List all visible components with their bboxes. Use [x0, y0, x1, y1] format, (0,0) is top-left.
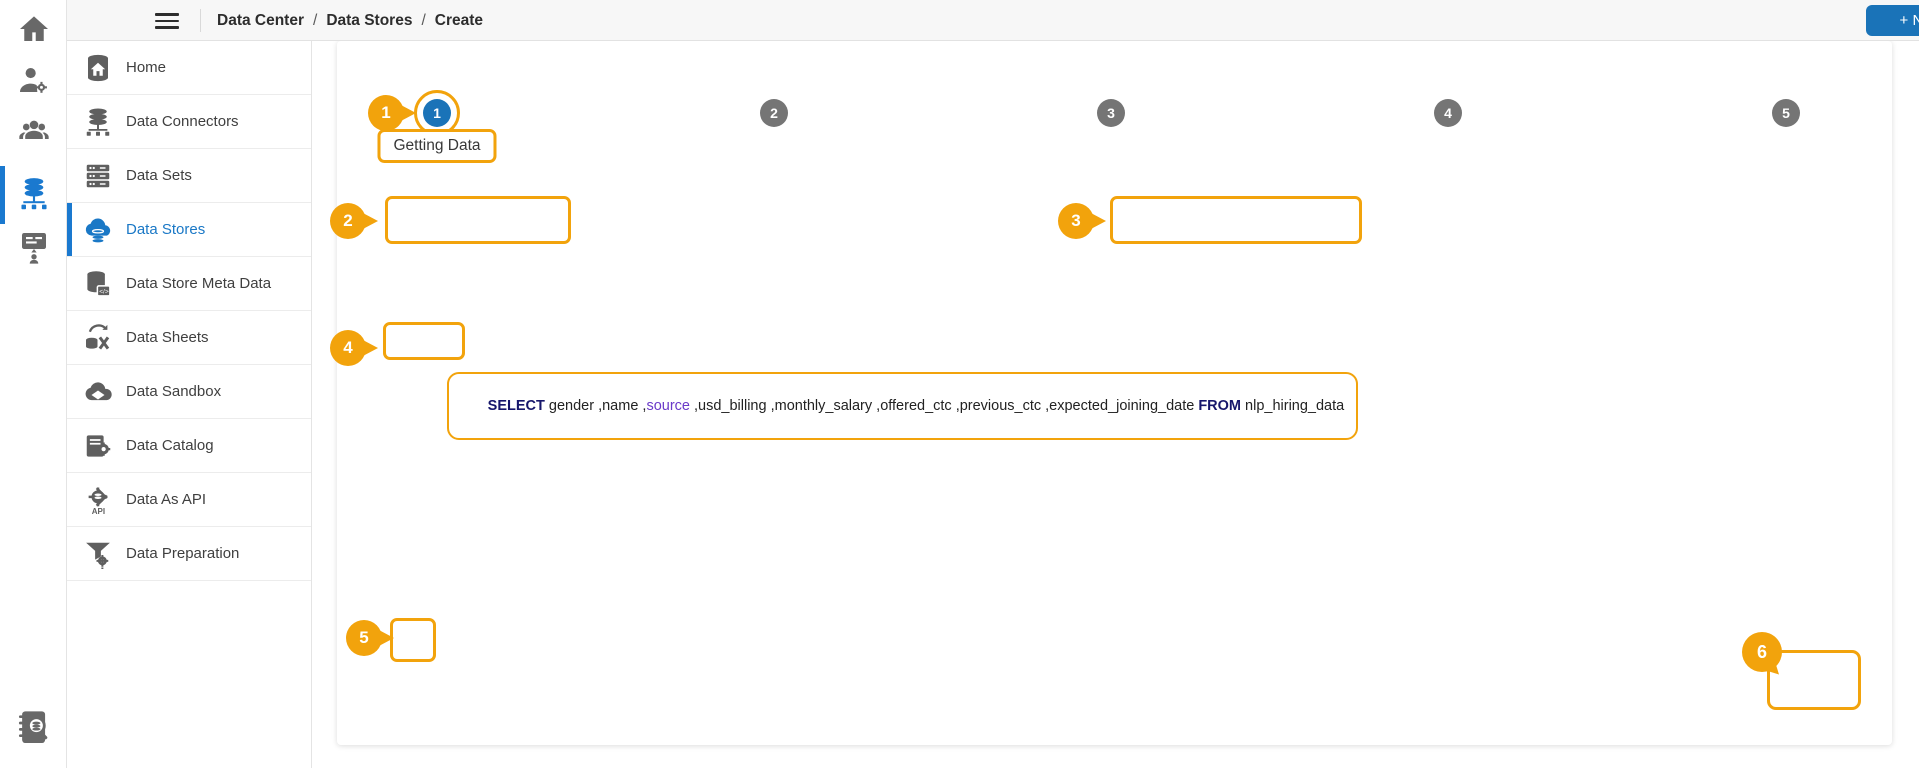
sidebar-item-data-sets[interactable]: Data Sets: [67, 149, 311, 203]
sidebar-item-data-sheets[interactable]: Data Sheets: [67, 311, 311, 365]
sidebar-item-data-as-api[interactable]: API Data As API: [67, 473, 311, 527]
callout-badge-4: 4: [330, 330, 366, 366]
app-root: Data Center / Data Stores / Create + New…: [0, 0, 1919, 768]
sidebar-item-label: Data Sandbox: [126, 383, 221, 400]
data-discovery-icon[interactable]: [15, 707, 53, 749]
sidebar-item-label: Data Stores: [126, 221, 205, 238]
data-store-meta-icon: </>: [83, 269, 113, 299]
data-connectors-icon: [83, 107, 113, 137]
data-preparation-icon: [83, 539, 113, 569]
data-sets-icon: [83, 161, 113, 191]
sidebar-item-data-catalog[interactable]: Data Catalog: [67, 419, 311, 473]
callout-badge-3: 3: [1058, 203, 1094, 239]
home-icon[interactable]: [18, 13, 50, 45]
data-sandbox-icon: [83, 377, 113, 407]
user-settings-icon[interactable]: [18, 64, 50, 96]
svg-text:API: API: [92, 506, 105, 514]
data-catalog-icon: [83, 431, 113, 461]
sidebar-item-label: Data Store Meta Data: [126, 275, 271, 292]
breadcrumb-item-data-stores[interactable]: Data Stores: [326, 12, 412, 30]
sidebar-item-data-preparation[interactable]: Data Preparation: [67, 527, 311, 581]
rail-active-indicator: [0, 166, 5, 224]
step-3-circle[interactable]: 3: [1097, 99, 1125, 127]
callout-badge-2: 2: [330, 203, 366, 239]
step-1-circle[interactable]: 1: [423, 99, 451, 127]
sidebar-item-label: Data Catalog: [126, 437, 214, 454]
top-bar: Data Center / Data Stores / Create + New: [67, 0, 1919, 41]
step-5-circle[interactable]: 5: [1772, 99, 1800, 127]
feedback-board-icon[interactable]: [18, 228, 50, 266]
sidebar: Home Data Connectors Data Sets Data Stor…: [67, 41, 312, 768]
sql-code-line[interactable]: SELECT gender ,name ,source ,usd_billing…: [488, 398, 1345, 414]
sidebar-item-data-stores[interactable]: Data Stores: [67, 203, 311, 257]
breadcrumb: Data Center / Data Stores / Create: [217, 12, 483, 30]
step-2-circle[interactable]: 2: [760, 99, 788, 127]
callout-badge-6: 6: [1742, 632, 1782, 672]
breadcrumb-item-data-center[interactable]: Data Center: [217, 12, 304, 30]
sidebar-item-label: Data Connectors: [126, 113, 239, 130]
sidebar-item-data-store-meta-data[interactable]: </> Data Store Meta Data: [67, 257, 311, 311]
sidebar-item-label: Data Sets: [126, 167, 192, 184]
topbar-divider: [200, 9, 201, 32]
new-button[interactable]: + New: [1866, 5, 1919, 36]
data-as-api-icon: API: [83, 485, 113, 515]
sidebar-item-data-sandbox[interactable]: Data Sandbox: [67, 365, 311, 419]
data-center-icon[interactable]: [18, 174, 50, 214]
sidebar-item-label: Home: [126, 59, 166, 76]
home-data-icon: [83, 53, 113, 83]
sidebar-item-label: Data Sheets: [126, 329, 209, 346]
step-4-circle[interactable]: 4: [1434, 99, 1462, 127]
sidebar-item-label: Data Preparation: [126, 545, 239, 562]
sidebar-item-label: Data As API: [126, 491, 206, 508]
sidebar-item-data-connectors[interactable]: Data Connectors: [67, 95, 311, 149]
users-icon[interactable]: [18, 115, 50, 147]
breadcrumb-separator: /: [421, 12, 425, 30]
callout-badge-5: 5: [346, 620, 382, 656]
sidebar-item-home[interactable]: Home: [67, 41, 311, 95]
annotation-box-query-line: SELECT gender ,name ,source ,usd_billing…: [447, 372, 1358, 440]
menu-icon[interactable]: [155, 13, 179, 29]
data-stores-icon: [83, 215, 113, 245]
breadcrumb-item-create[interactable]: Create: [435, 12, 483, 30]
breadcrumb-separator: /: [313, 12, 317, 30]
icon-rail: [0, 0, 67, 768]
data-sheets-icon: [83, 323, 113, 353]
svg-text:</>: </>: [99, 288, 109, 295]
callout-badge-1: 1: [368, 95, 404, 131]
step-1-label: Getting Data: [377, 129, 496, 163]
